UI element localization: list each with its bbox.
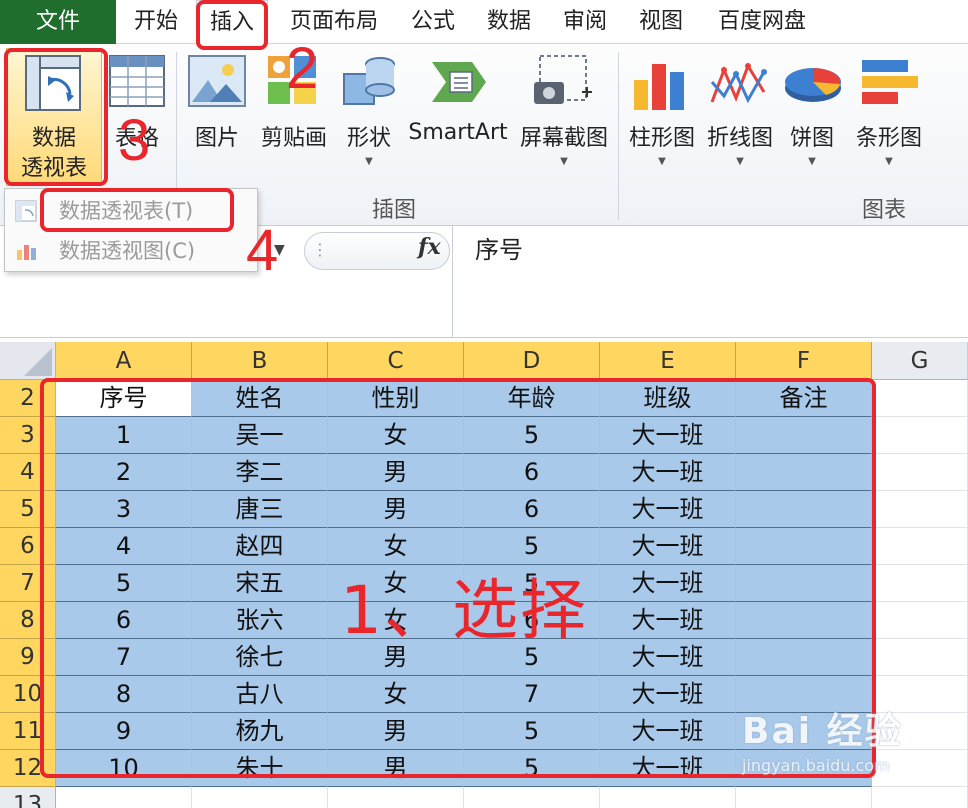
- smartart-label: SmartArt: [408, 120, 508, 145]
- annotation-step-1: 1、选择: [340, 572, 588, 649]
- insert-function-button[interactable]: fx: [418, 234, 441, 260]
- clipart-label: 剪贴画: [260, 126, 327, 151]
- column-chart-icon: [634, 64, 684, 110]
- column-chart-label: 柱形图: [628, 126, 695, 151]
- group-label-charts: 图表: [862, 198, 907, 223]
- cell-empty[interactable]: [872, 565, 968, 602]
- cell-empty[interactable]: [872, 528, 968, 565]
- row-header-13[interactable]: 13: [0, 787, 56, 808]
- tab-view[interactable]: 视图: [628, 0, 694, 44]
- select-all-corner[interactable]: [0, 342, 56, 380]
- pie-chart-label: 饼图: [789, 126, 834, 151]
- annotation-step-4: 4: [246, 218, 279, 283]
- picture-icon: [188, 55, 246, 107]
- cell-empty[interactable]: [872, 602, 968, 639]
- bar-chart-label: 条形图: [855, 126, 922, 151]
- pie-chart-dropdown-arrow-icon: ▼: [808, 156, 816, 167]
- pivot-chart-small-icon: [17, 245, 36, 260]
- menu-item-pivot-chart-label: 数据透视图(C): [59, 239, 196, 263]
- shapes-label: 形状: [346, 126, 391, 151]
- table-icon: [109, 55, 165, 107]
- column-header-c[interactable]: C: [328, 342, 464, 380]
- shapes-icon: [343, 57, 395, 105]
- line-chart-dropdown-arrow-icon: ▼: [736, 156, 744, 167]
- cell-empty[interactable]: [328, 787, 464, 808]
- group-separator: [618, 52, 619, 220]
- cell-empty[interactable]: [872, 417, 968, 454]
- watermark-brand: Bai 经验: [742, 711, 903, 752]
- screenshot-label: 屏幕截图: [519, 126, 608, 151]
- cell-empty[interactable]: [872, 380, 968, 417]
- annotation-box-pivot-menu-item: [40, 188, 234, 232]
- smartart-icon: [432, 62, 486, 102]
- column-header-g[interactable]: G: [872, 342, 968, 380]
- tab-baidu-netdisk[interactable]: 百度网盘: [704, 0, 820, 44]
- column-header-e[interactable]: E: [600, 342, 736, 380]
- line-chart-icon: [710, 62, 767, 104]
- group-label-illustrations: 插图: [372, 198, 417, 223]
- shapes-dropdown-arrow-icon: ▼: [365, 156, 373, 167]
- formula-input[interactable]: 序号: [452, 226, 968, 338]
- column-header-d[interactable]: D: [464, 342, 600, 380]
- annotation-box-pivot-button: [4, 48, 108, 186]
- bar-chart-icon: [862, 60, 918, 104]
- cell-empty[interactable]: [192, 787, 328, 808]
- screenshot-dropdown-arrow-icon: ▼: [560, 156, 568, 167]
- cell-empty[interactable]: [872, 491, 968, 528]
- line-chart-label: 折线图: [706, 126, 773, 151]
- screenshot-icon: [534, 55, 592, 104]
- tab-data[interactable]: 数据: [476, 0, 542, 44]
- column-chart-dropdown-arrow-icon: ▼: [658, 156, 666, 167]
- tab-file[interactable]: 文件: [0, 0, 116, 44]
- cell-empty[interactable]: [600, 787, 736, 808]
- cell-empty[interactable]: [872, 454, 968, 491]
- cell-empty[interactable]: [872, 639, 968, 676]
- ribbon-tab-bar: 文件 开始 插入 页面布局 公式 数据 审阅 视图 百度网盘: [0, 0, 968, 45]
- annotation-step-2: 2: [286, 36, 319, 101]
- annotation-box-insert-tab: [196, 0, 268, 50]
- select-all-triangle-icon: [24, 348, 52, 376]
- watermark-url: jingyan.baidu.com: [742, 756, 890, 775]
- menu-item-pivot-chart[interactable]: 数据透视图(C): [5, 231, 257, 271]
- picture-label: 图片: [194, 126, 239, 151]
- column-header-a[interactable]: A: [56, 342, 192, 380]
- tab-home[interactable]: 开始: [118, 0, 194, 44]
- pivot-table-small-icon: [15, 200, 37, 222]
- tab-formulas[interactable]: 公式: [400, 0, 466, 44]
- pie-chart-icon: [785, 68, 841, 102]
- column-header-f[interactable]: F: [736, 342, 872, 380]
- column-header-b[interactable]: B: [192, 342, 328, 380]
- tab-review[interactable]: 审阅: [552, 0, 618, 44]
- formula-bar-handle-icon[interactable]: ⋮: [312, 240, 328, 262]
- cell-empty[interactable]: [464, 787, 600, 808]
- cell-empty[interactable]: [56, 787, 192, 808]
- annotation-step-3: 3: [118, 108, 151, 173]
- bar-chart-dropdown-arrow-icon: ▼: [885, 156, 893, 167]
- baidu-jingyan-watermark: Bai 经验 jingyan.baidu.com: [742, 702, 962, 792]
